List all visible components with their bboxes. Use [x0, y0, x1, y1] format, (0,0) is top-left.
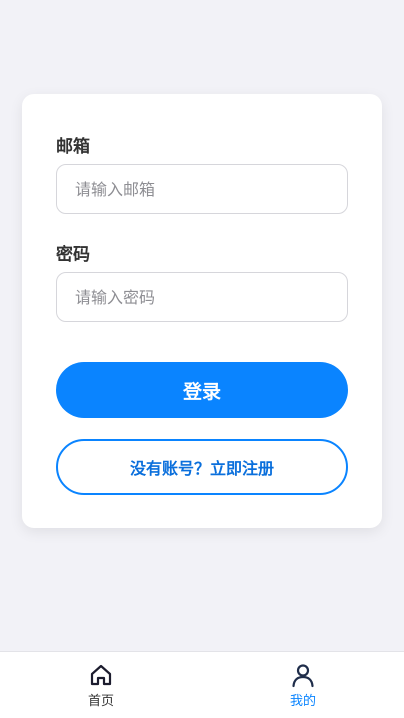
home-icon: [88, 662, 114, 688]
login-card: 邮箱 密码 登录 没有账号？立即注册: [22, 94, 382, 528]
email-label: 邮箱: [56, 137, 90, 157]
tab-home-label: 首页: [87, 694, 114, 709]
bottom-tab-bar: 首页 我的: [0, 651, 404, 718]
register-button[interactable]: 没有账号？立即注册: [56, 439, 348, 495]
password-input[interactable]: [56, 272, 348, 322]
password-label: 密码: [56, 245, 90, 265]
login-button[interactable]: 登录: [56, 362, 348, 418]
email-input[interactable]: [56, 164, 348, 214]
user-icon: [290, 662, 316, 688]
tab-mine-label: 我的: [289, 694, 316, 709]
tab-mine[interactable]: 我的: [263, 662, 343, 709]
tab-home[interactable]: 首页: [61, 662, 141, 709]
